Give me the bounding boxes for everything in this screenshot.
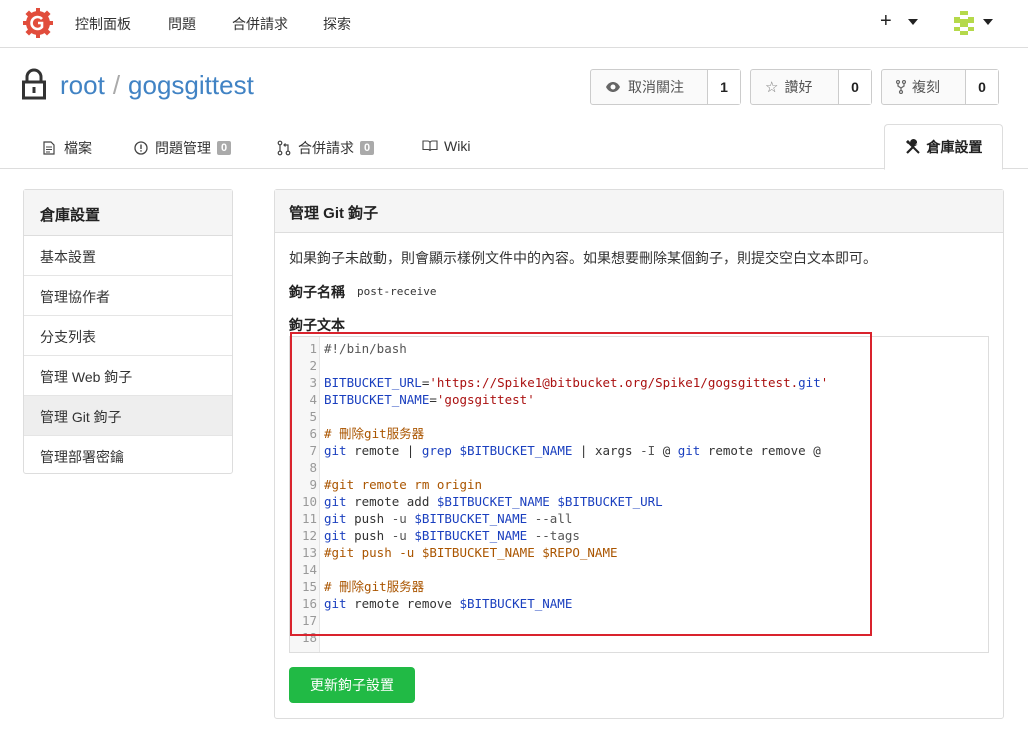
star-count[interactable]: 0 [839,70,871,104]
fork-button-group: 複刻 0 [881,69,999,105]
nav-pulls[interactable]: 合併請求 [232,14,288,34]
star-icon: ☆ [765,79,779,96]
tab-pulls[interactable]: 合併請求 0 [277,138,375,158]
sidebar-title: 倉庫設置 [24,190,232,236]
panel-title: 管理 Git 鉤子 [275,190,1003,233]
chevron-down-icon[interactable] [983,19,993,25]
tab-issues-label: 問題管理 [155,140,211,156]
chevron-down-icon[interactable] [908,19,918,25]
tab-wiki[interactable]: Wiki [422,138,470,154]
star-button-group: ☆ 讚好 0 [750,69,872,105]
tab-files-label: 檔案 [64,140,92,156]
fork-label: 複刻 [912,79,940,95]
update-hook-button[interactable]: 更新鉤子設置 [289,667,415,703]
highlight-box [290,332,872,636]
repo-owner-link[interactable]: root [60,70,105,100]
watch-button-group: 取消關注 1 [590,69,741,105]
settings-sidebar: 倉庫設置 基本設置 管理協作者 分支列表 管理 Web 鉤子 管理 Git 鉤子… [23,189,233,474]
file-icon [43,141,55,155]
sidebar-item-deploy-keys[interactable]: 管理部署密鑰 [24,436,232,476]
hook-name-label: 鉤子名稱 [289,284,345,300]
hook-description: 如果鉤子未啟動，則會顯示樣例文件中的內容。如果想要刪除某個鉤子，則提交空白文本即… [289,250,877,266]
tab-wiki-label: Wiki [444,138,471,154]
tab-pulls-label: 合併請求 [298,140,354,156]
lock-icon [22,68,46,100]
unwatch-button[interactable]: 取消關注 [591,70,708,104]
sidebar-item-webhooks[interactable]: 管理 Web 鉤子 [24,356,232,396]
unwatch-label: 取消關注 [628,79,684,95]
issue-icon [134,141,148,155]
repo-path-separator: / [112,70,121,100]
eye-icon [606,82,620,92]
repo-name-link[interactable]: gogsgittest [128,70,254,100]
sidebar-item-options[interactable]: 基本設置 [24,236,232,276]
star-label: 讚好 [784,79,813,95]
nav-explore[interactable]: 探索 [323,14,351,34]
tab-settings-label: 倉庫設置 [926,139,983,155]
fork-count[interactable]: 0 [966,70,998,104]
sidebar-item-branches[interactable]: 分支列表 [24,316,232,356]
sidebar-item-collaborators[interactable]: 管理協作者 [24,276,232,316]
nav-dashboard[interactable]: 控制面板 [75,14,131,34]
pulls-count-badge: 0 [360,141,375,155]
issues-count-badge: 0 [217,141,232,155]
book-icon [422,140,438,152]
gogs-logo-icon[interactable] [22,7,54,39]
top-navbar: 控制面板 問題 合併請求 探索 + [0,0,1028,48]
user-avatar[interactable] [950,9,978,37]
nav-issues[interactable]: 問題 [168,14,196,34]
tab-settings[interactable]: 倉庫設置 [884,124,1003,170]
repo-title: root / gogsgittest [60,70,254,101]
pull-request-icon [277,140,291,156]
tab-issues[interactable]: 問題管理 0 [134,138,232,158]
create-new-button[interactable]: + [880,10,892,33]
fork-icon [896,80,906,94]
watch-count[interactable]: 1 [708,70,740,104]
hook-name-value: post-receive [357,285,437,298]
repo-tabs: 檔案 問題管理 0 合併請求 0 Wiki [0,124,1028,169]
fork-button[interactable]: 複刻 [882,70,966,104]
sidebar-item-git-hooks[interactable]: 管理 Git 鉤子 [24,396,232,436]
tools-icon [905,139,920,154]
star-button[interactable]: ☆ 讚好 [751,70,839,104]
tab-files[interactable]: 檔案 [43,138,92,158]
